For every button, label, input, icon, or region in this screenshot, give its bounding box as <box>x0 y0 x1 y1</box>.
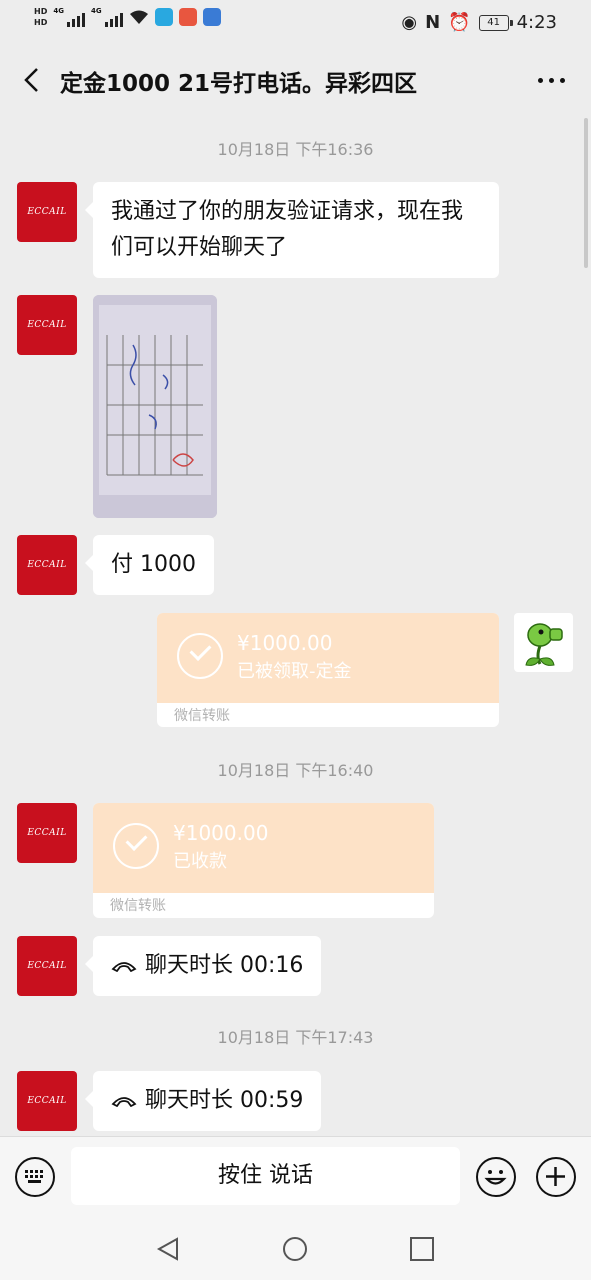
message-bubble-text[interactable]: 我通过了你的朋友验证请求，现在我们可以开始聊天了 <box>85 182 499 278</box>
app-notification-icon-2 <box>178 8 197 26</box>
hd-indicator: HD HD <box>34 6 47 28</box>
chat-area[interactable]: 10月18日 下午16:36 ECCAIL 我通过了你的朋友验证请求，现在我们可… <box>0 116 591 1136</box>
avatar-logo: ECCAIL <box>27 1096 67 1106</box>
more-icon[interactable] <box>538 78 565 83</box>
nav-back-icon[interactable] <box>155 1236 181 1262</box>
nfc-icon: N <box>425 12 441 33</box>
plus-icon[interactable] <box>536 1157 576 1197</box>
call-record-bubble[interactable]: 聊天时长 00:59 <box>84 1071 322 1131</box>
keyboard-toggle-icon[interactable] <box>15 1157 55 1197</box>
call-record-bubble[interactable]: 聊天时长 00:16 <box>84 936 322 996</box>
timestamp: 10月18日 下午16:36 <box>217 140 374 159</box>
call-icon <box>111 962 137 972</box>
message-image[interactable] <box>93 295 217 518</box>
call-duration: 聊天时长 00:59 <box>145 1088 304 1113</box>
signal-icon-2: 4G <box>91 7 123 27</box>
wifi-icon <box>129 10 148 24</box>
chat-header: 定金1000 21号打电话。异彩四区 <box>0 44 591 116</box>
network-label-2: 4G <box>90 7 102 15</box>
my-avatar[interactable] <box>514 613 573 672</box>
avatar-logo: ECCAIL <box>27 207 67 217</box>
hold-to-talk-button[interactable]: 按住 说话 <box>71 1147 460 1205</box>
status-left: HD HD 4G 4G <box>34 6 221 28</box>
avatar-logo: ECCAIL <box>27 828 67 838</box>
nav-recents-icon[interactable] <box>409 1236 435 1262</box>
avatar[interactable]: ECCAIL <box>17 182 77 242</box>
app-notification-icon <box>154 8 173 26</box>
avatar-logo: ECCAIL <box>27 560 67 570</box>
receipt-photo <box>93 295 217 518</box>
transfer-footer: 微信转账 <box>110 898 166 914</box>
system-nav-bar <box>0 1216 591 1280</box>
clock: 4:23 <box>516 12 557 33</box>
transfer-status: 已被领取-定金 <box>237 661 352 682</box>
transfer-status: 已收款 <box>173 851 227 872</box>
hd-label-2: HD <box>34 18 48 27</box>
app-notification-icon-3 <box>202 8 221 26</box>
avatar-logo: ECCAIL <box>27 320 67 330</box>
call-duration: 聊天时长 00:16 <box>145 953 304 978</box>
avatar[interactable]: ECCAIL <box>17 936 77 996</box>
keyboard-icon <box>25 1170 43 1183</box>
alarm-icon: ⏰ <box>448 12 471 33</box>
peashooter-avatar-icon <box>525 623 563 666</box>
avatar-logo: ECCAIL <box>27 961 67 971</box>
hd-label-1: HD <box>34 7 48 16</box>
avatar[interactable]: ECCAIL <box>17 295 77 355</box>
status-bar: HD HD 4G 4G ◉ N ⏰ 41 4:23 <box>0 0 591 44</box>
avatar[interactable]: ECCAIL <box>17 803 77 863</box>
input-bar: 按住 说话 <box>0 1136 591 1217</box>
battery-icon: 41 <box>478 14 513 31</box>
back-icon[interactable] <box>20 66 46 94</box>
chat-title: 定金1000 21号打电话。异彩四区 <box>60 71 418 97</box>
signal-icon: 4G <box>53 7 85 27</box>
plus-sign <box>546 1167 565 1186</box>
timestamp: 10月18日 下午16:40 <box>217 761 374 780</box>
nav-home-icon[interactable] <box>282 1236 308 1262</box>
transfer-footer: 微信转账 <box>174 708 230 724</box>
network-label-1: 4G <box>53 7 64 15</box>
status-right: ◉ N ⏰ 41 4:23 <box>401 12 557 33</box>
transfer-card[interactable]: ¥1000.00 已收款 微信转账 <box>93 803 434 918</box>
transfer-amount: ¥1000.00 <box>173 821 269 845</box>
call-icon <box>111 1097 137 1107</box>
timestamp: 10月18日 下午17:43 <box>217 1028 374 1047</box>
check-circle-icon <box>177 633 223 679</box>
message-bubble-text[interactable]: 付 1000 <box>85 535 214 595</box>
avatar[interactable]: ECCAIL <box>17 1071 77 1131</box>
transfer-card[interactable]: ¥1000.00 已被领取-定金 微信转账 <box>157 613 499 727</box>
check-circle-icon <box>113 823 159 869</box>
eye-icon: ◉ <box>401 12 418 33</box>
transfer-amount: ¥1000.00 <box>237 631 333 655</box>
emoji-icon[interactable] <box>476 1157 516 1197</box>
smile-face <box>484 1170 507 1185</box>
avatar[interactable]: ECCAIL <box>17 535 77 595</box>
